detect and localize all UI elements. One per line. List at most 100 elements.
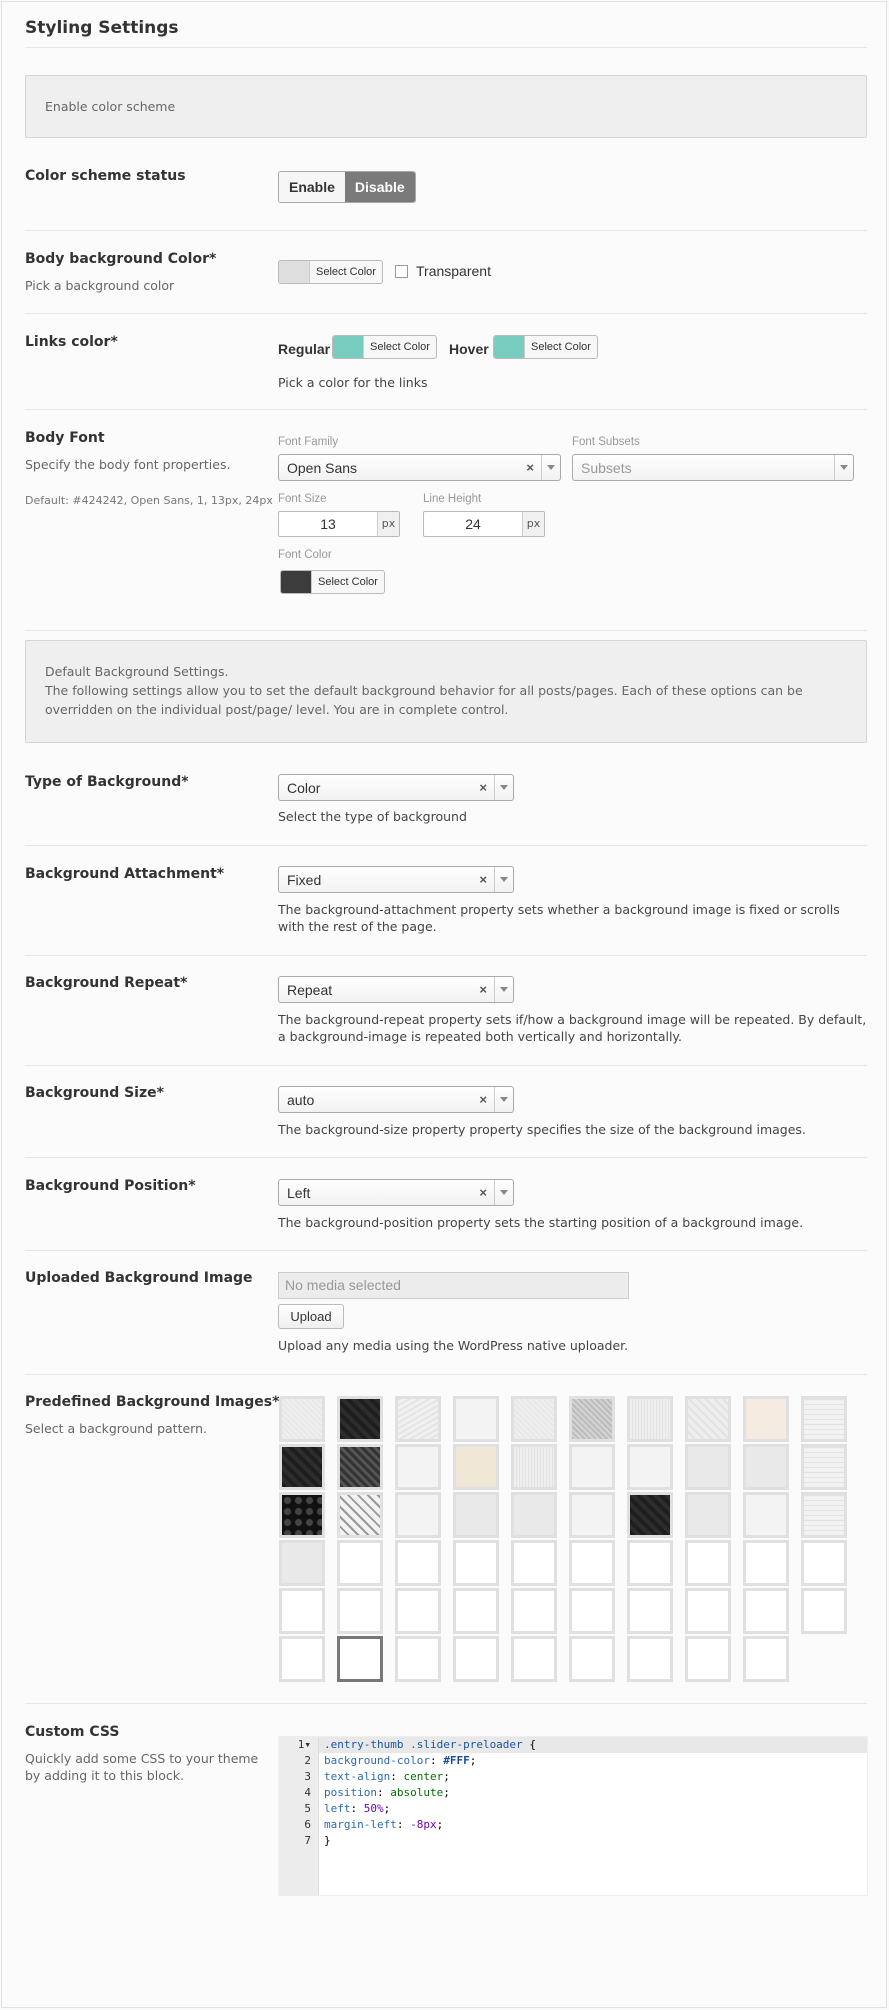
regular-link-color-picker[interactable]: Select Color [332,335,437,359]
pattern-swatch[interactable] [743,1636,789,1682]
clear-icon[interactable]: × [479,1092,487,1107]
media-url-field[interactable]: No media selected [278,1272,629,1299]
font-color-picker[interactable]: Select Color [280,570,385,594]
chevron-down-icon[interactable] [494,867,513,892]
pattern-swatch[interactable] [395,1540,441,1586]
pattern-swatch[interactable] [453,1540,499,1586]
transparent-checkbox[interactable] [395,265,408,278]
pattern-swatch[interactable] [569,1492,615,1538]
chevron-down-icon[interactable] [541,455,560,480]
pattern-swatch[interactable] [511,1540,557,1586]
font-family-select[interactable]: Open Sans × [278,454,561,481]
pattern-swatch[interactable] [627,1444,673,1490]
pattern-swatch[interactable] [279,1588,325,1634]
pattern-swatch[interactable] [453,1636,499,1682]
pattern-swatch[interactable] [685,1588,731,1634]
line-number: 2 [304,1754,311,1767]
upload-button[interactable]: Upload [278,1304,344,1329]
pattern-swatch[interactable] [627,1396,673,1442]
bg-size-select[interactable]: auto × [278,1086,514,1113]
pattern-swatch[interactable] [743,1540,789,1586]
pattern-swatch[interactable] [337,1540,383,1586]
pattern-swatch[interactable] [685,1444,731,1490]
pattern-swatch[interactable] [511,1396,557,1442]
pattern-swatch[interactable] [511,1636,557,1682]
chevron-down-icon[interactable] [494,775,513,800]
pattern-swatch[interactable] [743,1444,789,1490]
pattern-swatch[interactable] [337,1636,383,1682]
chevron-down-icon[interactable] [494,1087,513,1112]
pattern-swatch[interactable] [511,1444,557,1490]
pattern-swatch[interactable] [395,1396,441,1442]
pattern-swatch[interactable] [453,1492,499,1538]
chevron-down-icon[interactable] [494,977,513,1002]
pattern-swatch[interactable] [279,1396,325,1442]
clear-icon[interactable]: × [479,872,487,887]
pattern-swatch[interactable] [685,1540,731,1586]
line-number: 1▾ [297,1738,311,1751]
pattern-swatch[interactable] [627,1588,673,1634]
pattern-swatch[interactable] [569,1396,615,1442]
pattern-swatch[interactable] [337,1444,383,1490]
pattern-swatch[interactable] [801,1444,847,1490]
pattern-swatch[interactable] [279,1492,325,1538]
pattern-texture [572,1447,612,1487]
pattern-swatch[interactable] [685,1396,731,1442]
pattern-swatch[interactable] [395,1492,441,1538]
pattern-swatch[interactable] [743,1396,789,1442]
pattern-swatch[interactable] [743,1588,789,1634]
pattern-swatch[interactable] [685,1492,731,1538]
page-title: Styling Settings [25,18,179,38]
color-scheme-status-label: Color scheme status [25,168,186,184]
hover-link-color-picker[interactable]: Select Color [493,335,598,359]
clear-icon[interactable]: × [526,460,534,475]
enable-button[interactable]: Enable [279,172,345,202]
pattern-swatch[interactable] [801,1396,847,1442]
pattern-swatch[interactable] [453,1396,499,1442]
clear-icon[interactable]: × [479,780,487,795]
font-size-input[interactable] [279,512,377,536]
body-bg-color-picker[interactable]: Select Color [278,260,383,284]
pattern-swatch[interactable] [395,1444,441,1490]
font-subsets-select[interactable]: Subsets [572,454,854,481]
pattern-swatch[interactable] [801,1492,847,1538]
pattern-swatch[interactable] [337,1588,383,1634]
chevron-down-icon[interactable] [494,1180,513,1205]
pattern-swatch[interactable] [627,1636,673,1682]
pattern-swatch[interactable] [569,1444,615,1490]
bg-type-select[interactable]: Color × [278,774,514,801]
css-code-editor[interactable]: 1▾ .entry-thumb .slider-preloader {2 backg… [278,1736,868,1896]
disable-button[interactable]: Disable [344,172,415,202]
pattern-swatch[interactable] [511,1588,557,1634]
chevron-down-icon[interactable] [834,455,853,480]
clear-icon[interactable]: × [479,1185,487,1200]
pattern-swatch[interactable] [801,1540,847,1586]
pattern-swatch[interactable] [279,1540,325,1586]
pattern-swatch[interactable] [569,1588,615,1634]
line-height-input[interactable] [424,512,522,536]
pattern-swatch[interactable] [395,1588,441,1634]
pattern-texture [630,1447,670,1487]
bg-position-select[interactable]: Left × [278,1179,514,1206]
pattern-swatch[interactable] [801,1588,847,1634]
pattern-swatch[interactable] [279,1444,325,1490]
pattern-swatch[interactable] [569,1636,615,1682]
pattern-swatch[interactable] [337,1396,383,1442]
pattern-swatch[interactable] [743,1492,789,1538]
pattern-swatch[interactable] [337,1492,383,1538]
pattern-texture [572,1591,612,1631]
pattern-swatch[interactable] [453,1588,499,1634]
pattern-swatch[interactable] [627,1540,673,1586]
pattern-swatch[interactable] [569,1540,615,1586]
links-color-help: Pick a color for the links [278,375,428,390]
predefined-bg-desc: Select a background pattern. [25,1421,207,1436]
pattern-swatch[interactable] [627,1492,673,1538]
pattern-swatch[interactable] [453,1444,499,1490]
pattern-swatch[interactable] [511,1492,557,1538]
pattern-swatch[interactable] [685,1636,731,1682]
bg-attachment-select[interactable]: Fixed × [278,866,514,893]
clear-icon[interactable]: × [479,982,487,997]
pattern-swatch[interactable] [395,1636,441,1682]
bg-repeat-select[interactable]: Repeat × [278,976,514,1003]
pattern-swatch[interactable] [279,1636,325,1682]
